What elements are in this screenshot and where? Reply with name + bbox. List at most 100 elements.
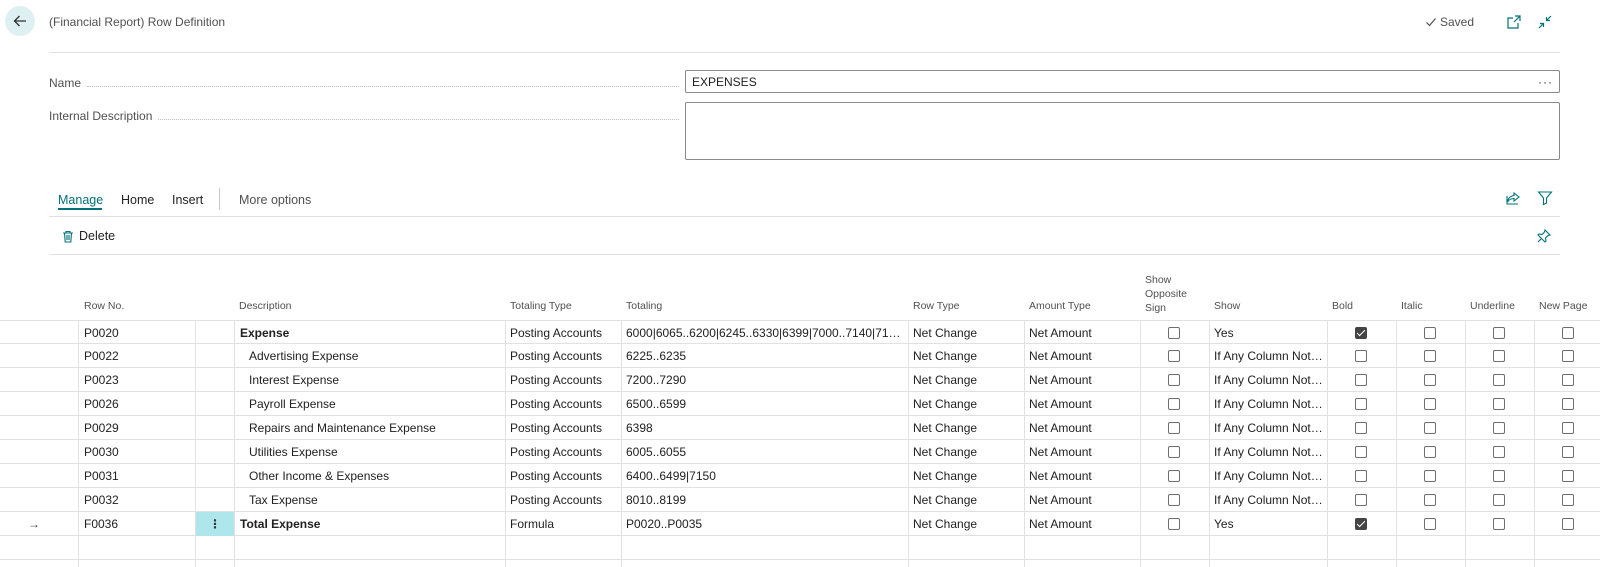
empty-new-row[interactable] <box>0 536 1600 560</box>
totaling-type-cell[interactable]: Posting Accounts <box>510 344 618 368</box>
amount-type-cell[interactable]: Net Amount <box>1029 416 1137 440</box>
italic-checkbox[interactable] <box>1424 446 1436 458</box>
open-new-window-icon[interactable] <box>1506 14 1522 30</box>
description-cell[interactable]: Total Expense <box>240 512 502 536</box>
pin-icon[interactable] <box>1537 229 1551 243</box>
description-cell[interactable]: Advertising Expense <box>240 344 502 368</box>
new-page-checkbox[interactable] <box>1562 470 1574 482</box>
amount-type-cell[interactable]: Net Amount <box>1029 344 1137 368</box>
underline-checkbox[interactable] <box>1493 422 1505 434</box>
show-opposite-sign-checkbox[interactable] <box>1168 398 1180 410</box>
underline-checkbox[interactable] <box>1493 327 1505 339</box>
filter-icon[interactable] <box>1537 190 1553 206</box>
totaling-cell[interactable]: 8010..8199 <box>626 488 904 512</box>
col-header-bold[interactable]: Bold <box>1332 299 1353 313</box>
totaling-type-cell[interactable]: Posting Accounts <box>510 368 618 392</box>
description-cell[interactable]: Other Income & Expenses <box>240 464 502 488</box>
italic-checkbox[interactable] <box>1424 518 1436 530</box>
totaling-cell[interactable]: 6500..6599 <box>626 392 904 416</box>
row-type-cell[interactable]: Net Change <box>913 440 1021 464</box>
new-page-checkbox[interactable] <box>1562 398 1574 410</box>
show-opposite-sign-checkbox[interactable] <box>1168 446 1180 458</box>
show-cell[interactable]: Yes <box>1214 512 1324 536</box>
new-page-checkbox[interactable] <box>1562 350 1574 362</box>
totaling-type-cell[interactable]: Formula <box>510 512 618 536</box>
bold-checkbox[interactable] <box>1355 350 1367 362</box>
description-cell[interactable]: Repairs and Maintenance Expense <box>240 416 502 440</box>
amount-type-cell[interactable]: Net Amount <box>1029 488 1137 512</box>
description-cell[interactable]: Interest Expense <box>240 368 502 392</box>
row-no-cell[interactable]: P0031 <box>84 464 192 488</box>
totaling-type-cell[interactable]: Posting Accounts <box>510 416 618 440</box>
underline-checkbox[interactable] <box>1493 374 1505 386</box>
amount-type-cell[interactable]: Net Amount <box>1029 321 1137 345</box>
internal-description-field[interactable] <box>685 102 1560 160</box>
row-type-cell[interactable]: Net Change <box>913 321 1021 345</box>
new-page-checkbox[interactable] <box>1562 518 1574 530</box>
new-page-checkbox[interactable] <box>1562 446 1574 458</box>
bold-checkbox[interactable] <box>1355 518 1367 530</box>
amount-type-cell[interactable]: Net Amount <box>1029 464 1137 488</box>
underline-checkbox[interactable] <box>1493 470 1505 482</box>
underline-checkbox[interactable] <box>1493 350 1505 362</box>
show-cell[interactable]: If Any Column Not Zero <box>1214 416 1324 440</box>
show-cell[interactable]: If Any Column Not Zero <box>1214 392 1324 416</box>
col-header-italic[interactable]: Italic <box>1401 299 1423 313</box>
row-no-cell[interactable]: P0023 <box>84 368 192 392</box>
row-no-cell[interactable]: P0022 <box>84 344 192 368</box>
italic-checkbox[interactable] <box>1424 398 1436 410</box>
italic-checkbox[interactable] <box>1424 494 1436 506</box>
bold-checkbox[interactable] <box>1355 494 1367 506</box>
more-options-button[interactable]: More options <box>239 193 311 207</box>
col-header-totaling[interactable]: Totaling <box>626 299 662 313</box>
italic-checkbox[interactable] <box>1424 374 1436 386</box>
row-type-cell[interactable]: Net Change <box>913 344 1021 368</box>
totaling-cell[interactable]: 6398 <box>626 416 904 440</box>
collapse-icon[interactable] <box>1537 14 1553 30</box>
col-header-show-opposite-sign[interactable]: Show Opposite Sign <box>1145 273 1187 315</box>
bold-checkbox[interactable] <box>1355 446 1367 458</box>
row-type-cell[interactable]: Net Change <box>913 392 1021 416</box>
lookup-ellipsis-icon[interactable]: ··· <box>1538 75 1553 89</box>
bold-checkbox[interactable] <box>1355 374 1367 386</box>
tab-manage[interactable]: Manage <box>58 193 103 207</box>
row-no-cell[interactable]: P0029 <box>84 416 192 440</box>
col-header-show[interactable]: Show <box>1214 299 1240 313</box>
show-cell[interactable]: If Any Column Not Zero <box>1214 488 1324 512</box>
totaling-type-cell[interactable]: Posting Accounts <box>510 440 618 464</box>
back-button[interactable] <box>5 6 35 36</box>
new-page-checkbox[interactable] <box>1562 374 1574 386</box>
row-type-cell[interactable]: Net Change <box>913 416 1021 440</box>
bold-checkbox[interactable] <box>1355 422 1367 434</box>
delete-button[interactable]: Delete <box>62 229 115 243</box>
totaling-cell[interactable]: 6000|6065..6200|6245..6330|6399|7000..71… <box>626 321 904 345</box>
new-page-checkbox[interactable] <box>1562 494 1574 506</box>
italic-checkbox[interactable] <box>1424 327 1436 339</box>
show-opposite-sign-checkbox[interactable] <box>1168 494 1180 506</box>
col-header-underline[interactable]: Underline <box>1470 299 1515 313</box>
totaling-type-cell[interactable]: Posting Accounts <box>510 392 618 416</box>
show-cell[interactable]: If Any Column Not Zero <box>1214 344 1324 368</box>
underline-checkbox[interactable] <box>1493 398 1505 410</box>
description-cell[interactable]: Tax Expense <box>240 488 502 512</box>
totaling-type-cell[interactable]: Posting Accounts <box>510 488 618 512</box>
totaling-cell[interactable]: 6005..6055 <box>626 440 904 464</box>
show-cell[interactable]: If Any Column Not Zero <box>1214 464 1324 488</box>
col-header-row-type[interactable]: Row Type <box>913 299 960 313</box>
col-header-new-page[interactable]: New Page <box>1539 299 1587 313</box>
row-type-cell[interactable]: Net Change <box>913 512 1021 536</box>
amount-type-cell[interactable]: Net Amount <box>1029 440 1137 464</box>
amount-type-cell[interactable]: Net Amount <box>1029 368 1137 392</box>
show-cell[interactable]: If Any Column Not Zero <box>1214 440 1324 464</box>
show-opposite-sign-checkbox[interactable] <box>1168 374 1180 386</box>
show-opposite-sign-checkbox[interactable] <box>1168 327 1180 339</box>
totaling-type-cell[interactable]: Posting Accounts <box>510 321 618 345</box>
italic-checkbox[interactable] <box>1424 350 1436 362</box>
col-header-description[interactable]: Description <box>239 299 292 313</box>
totaling-type-cell[interactable]: Posting Accounts <box>510 464 618 488</box>
show-opposite-sign-checkbox[interactable] <box>1168 350 1180 362</box>
bold-checkbox[interactable] <box>1355 470 1367 482</box>
row-no-cell[interactable]: P0020 <box>84 321 192 345</box>
totaling-cell[interactable]: P0020..P0035 <box>626 512 904 536</box>
totaling-cell[interactable]: 7200..7290 <box>626 368 904 392</box>
